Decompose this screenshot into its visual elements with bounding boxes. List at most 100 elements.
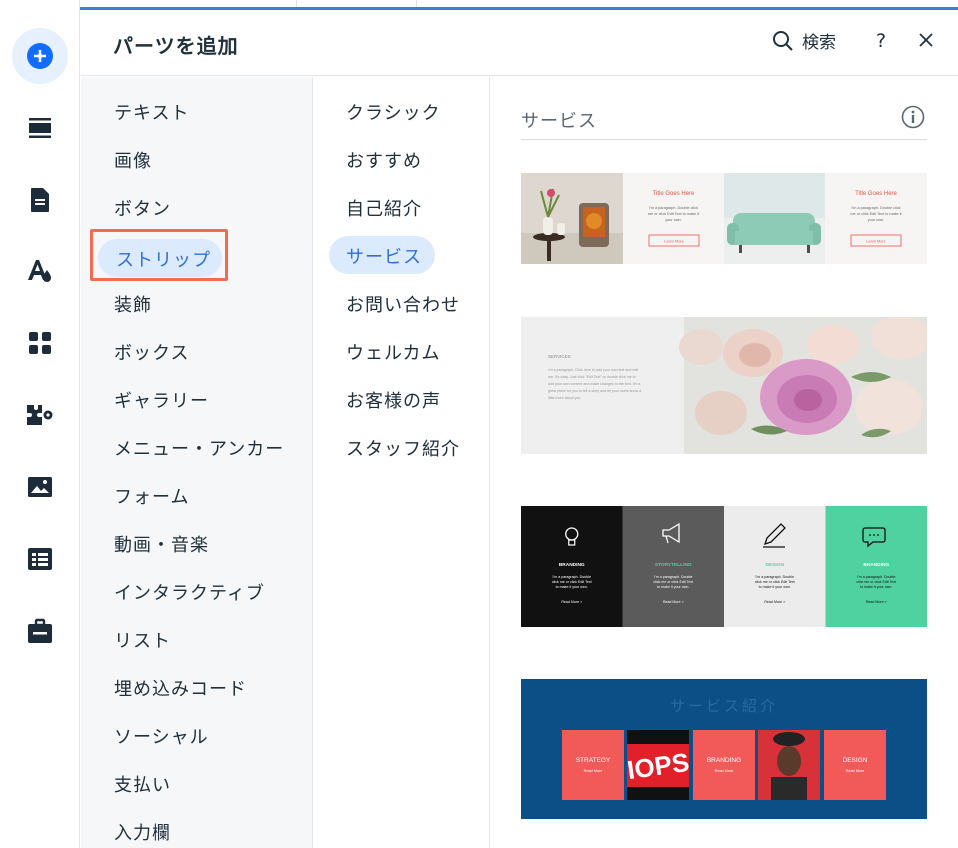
- close-button[interactable]: [916, 30, 936, 54]
- card-sub: Read More: [584, 769, 603, 773]
- card-body: I'm a paragraph. Double: [654, 575, 692, 579]
- subcategory-list: クラシック おすすめ 自己紹介 サービス お問い合わせ ウェルカム お客様の声 …: [313, 77, 490, 848]
- card-sub: Read More: [846, 769, 865, 773]
- strip-preview-image: サービス紹介 STRATEGY Read More IOPS BRANDING …: [521, 679, 927, 819]
- learn-more-text: Learn More: [866, 240, 885, 244]
- card-body: click me or click Edit Text: [552, 580, 592, 584]
- services-heading-text: SERVICES: [548, 354, 571, 359]
- category-item[interactable]: ボックス: [114, 339, 189, 365]
- card-sub: Read More: [715, 769, 734, 773]
- cms-button[interactable]: [12, 531, 68, 587]
- category-item[interactable]: 装飾: [114, 291, 152, 317]
- service-card: BRANDING I'm a paragraph. Double click m…: [521, 506, 623, 627]
- panel-body-text: your own.: [868, 218, 884, 222]
- strip-preview-4[interactable]: サービス紹介 STRATEGY Read More IOPS BRANDING …: [521, 679, 927, 819]
- subcategory-item[interactable]: ウェルカム: [346, 339, 440, 365]
- card-title: BRANDING: [707, 757, 741, 764]
- panel-title-text: Title Goes Here: [653, 191, 695, 197]
- category-item[interactable]: 画像: [114, 147, 152, 173]
- panel-body-text: your own.: [665, 218, 681, 222]
- category-item[interactable]: メニュー・アンカー: [114, 435, 284, 461]
- portfolio-button[interactable]: [12, 603, 68, 659]
- card-body: click me or click Edit Text: [755, 580, 795, 584]
- card-body: to make it your own.: [657, 585, 689, 589]
- search-icon: [773, 30, 793, 51]
- subcategory-item[interactable]: クラシック: [346, 99, 441, 125]
- card-title: DESIGN: [843, 757, 868, 764]
- help-button[interactable]: ?: [876, 30, 886, 52]
- subcategory-item-selected[interactable]: サービス: [329, 236, 435, 274]
- subcategory-item-label: サービス: [346, 247, 422, 268]
- strip-title: サービス紹介: [670, 698, 778, 715]
- card-read-more: Read More >: [663, 600, 684, 604]
- card-body: I'm a paragraph. Double: [553, 575, 591, 579]
- grid-icon: [29, 332, 51, 354]
- strip-preview-image: BRANDING I'm a paragraph. Double click m…: [521, 506, 927, 627]
- category-item[interactable]: 埋め込みコード: [114, 675, 247, 701]
- category-item[interactable]: ソーシャル: [114, 723, 209, 749]
- category-item-label: ストリップ: [116, 250, 211, 271]
- strip-preview-2[interactable]: SERVICES I'm a paragraph. Click here to …: [521, 317, 927, 454]
- pages-button[interactable]: [12, 172, 68, 228]
- card-title: BRANDING: [559, 562, 585, 568]
- category-item[interactable]: インタラクティブ: [114, 579, 265, 605]
- learn-more-text: Learn More: [664, 240, 683, 244]
- panel-body-text: I'm a paragraph. Double click: [649, 206, 698, 210]
- panel-body-text: me or click Edit Text to make it: [850, 212, 902, 216]
- briefcase-icon: [28, 618, 52, 643]
- strip-preview-3[interactable]: BRANDING I'm a paragraph. Double click m…: [521, 506, 927, 627]
- subcategory-item[interactable]: お客様の声: [346, 387, 441, 413]
- menus-button[interactable]: [12, 100, 68, 156]
- subcategory-item[interactable]: 自己紹介: [346, 195, 422, 221]
- category-item[interactable]: ボタン: [114, 195, 171, 221]
- service-card: STORYTELLING I'm a paragraph. Double cli…: [622, 506, 724, 627]
- strip-preview-image: Title Goes Here I'm a paragraph. Double …: [521, 173, 927, 264]
- card-title: STORYTELLING: [655, 562, 692, 568]
- category-item[interactable]: リスト: [114, 627, 171, 653]
- card-body: click me or click Edit Text: [856, 580, 896, 584]
- card-body: to make it your own.: [556, 585, 588, 589]
- selection-highlight: ストリップ: [90, 229, 228, 281]
- category-item[interactable]: 動画・音楽: [114, 531, 209, 557]
- preview-panel: サービス Title Goes Here I'm a paragraph. Do…: [491, 77, 958, 848]
- media-button[interactable]: [12, 459, 68, 515]
- business-apps-button[interactable]: [12, 387, 68, 443]
- apps-button[interactable]: [12, 315, 68, 371]
- info-button[interactable]: [901, 105, 925, 133]
- card-read-more: Read More >: [764, 600, 785, 604]
- card-title: STRATEGY: [576, 757, 611, 764]
- category-item[interactable]: フォーム: [114, 483, 189, 509]
- category-item[interactable]: 支払い: [114, 771, 171, 797]
- panel-header: パーツを追加 検索 ?: [80, 10, 958, 76]
- puzzle-gear-icon: [27, 405, 53, 425]
- strip-preview-1[interactable]: Title Goes Here I'm a paragraph. Double …: [521, 173, 927, 264]
- category-item[interactable]: 入力欄: [114, 819, 171, 845]
- typography-color-icon: [28, 260, 51, 282]
- category-item[interactable]: ギャラリー: [114, 387, 209, 413]
- service-card: DESIGN I'm a paragraph. Double click me …: [724, 506, 826, 627]
- category-item-selected[interactable]: ストリップ: [98, 239, 222, 277]
- panel-title-text: Title Goes Here: [855, 191, 897, 197]
- card-body: I'm a paragraph. Double: [756, 575, 794, 579]
- section-title: サービス: [521, 111, 597, 132]
- subcategory-item[interactable]: お問い合わせ: [346, 291, 460, 317]
- subcategory-item[interactable]: おすすめ: [346, 147, 422, 173]
- card-read-more: Read More >: [866, 600, 887, 604]
- info-icon: [901, 105, 925, 129]
- top-strip: [80, 0, 958, 10]
- card-title: DESIGN: [766, 562, 785, 568]
- category-item[interactable]: テキスト: [114, 99, 189, 125]
- section-divider: [521, 139, 927, 140]
- add-button[interactable]: [12, 28, 68, 84]
- theme-button[interactable]: [12, 243, 68, 299]
- category-list: テキスト 画像 ボタン ストリップ 装飾 ボックス ギャラリー メニュー・アンカ…: [81, 77, 313, 848]
- menu-layout-icon: [29, 118, 51, 138]
- subcategory-item[interactable]: スタッフ紹介: [346, 435, 460, 461]
- search-button[interactable]: 検索: [772, 28, 836, 53]
- plus-circle-icon: [27, 43, 53, 69]
- card-body: I'm a paragraph. Double: [857, 575, 895, 579]
- card-body: to make it your own.: [860, 585, 892, 589]
- table-icon: [28, 548, 52, 570]
- card-title: BRANDING: [863, 562, 889, 568]
- strip-preview-image: SERVICES I'm a paragraph. Click here to …: [521, 317, 927, 454]
